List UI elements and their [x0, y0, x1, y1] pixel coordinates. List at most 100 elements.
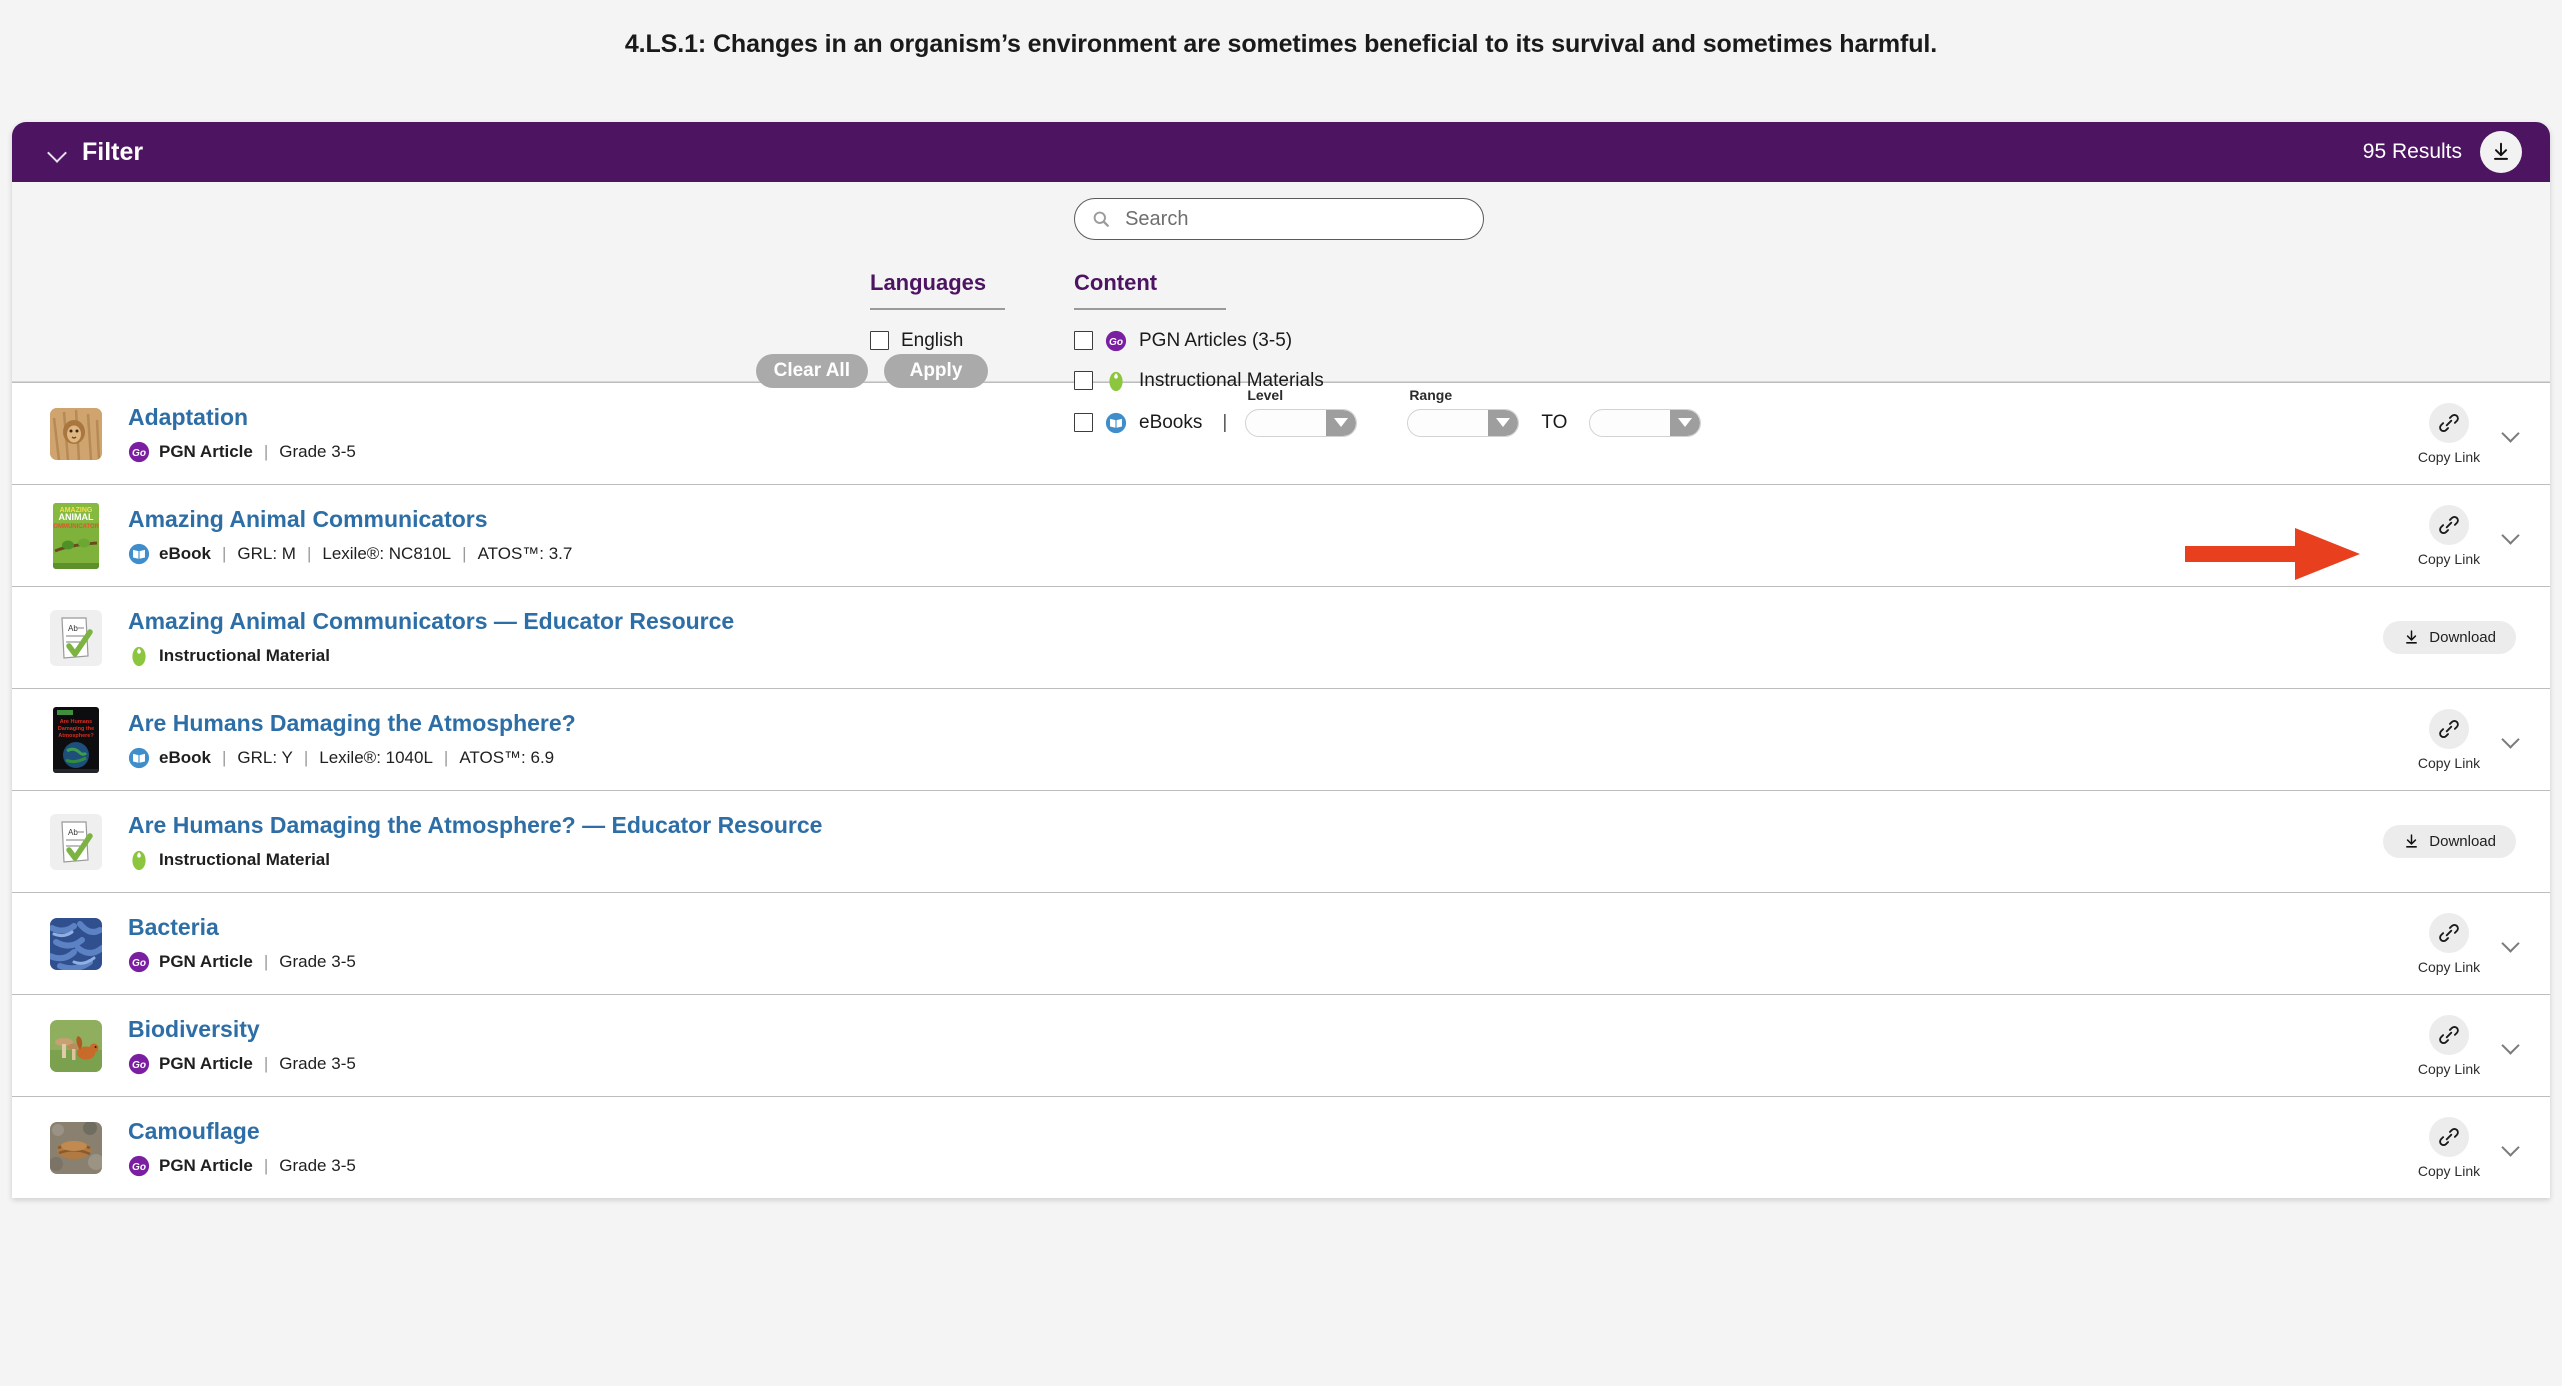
camouflage-photo-icon — [50, 1121, 102, 1174]
table-row[interactable]: Biodiversity Go PGN Article | Grade 3-5 — [12, 994, 2550, 1096]
page-title: 4.LS.1: Changes in an organism’s environ… — [624, 30, 1938, 58]
result-extra: Grade 3-5 — [279, 1054, 356, 1074]
thumbnail — [48, 1019, 104, 1072]
expand-row-chevron-down-icon[interactable] — [2500, 1035, 2522, 1057]
expand-row-chevron-down-icon[interactable] — [2500, 933, 2522, 955]
result-type: Instructional Material — [159, 850, 330, 870]
row-actions: Copy Link — [2412, 402, 2522, 465]
copy-link-button[interactable]: Copy Link — [2412, 402, 2486, 465]
range-to-value — [1590, 410, 1670, 436]
expand-row-chevron-down-icon[interactable] — [2500, 525, 2522, 547]
copy-link-circle — [2429, 1014, 2469, 1055]
meta-divider: | — [263, 1054, 269, 1074]
result-meta: Go PGN Article | Grade 3-5 — [128, 1053, 2412, 1075]
level-select[interactable] — [1245, 408, 1358, 437]
copy-link-label: Copy Link — [2417, 754, 2481, 771]
result-extra-lexile: Lexile®: NC810L — [322, 544, 452, 564]
language-option-english[interactable]: English — [870, 328, 1060, 354]
instructional-material-badge-icon — [1109, 371, 1123, 391]
row-content: Are Humans Damaging the Atmosphere? eBoo… — [128, 710, 2412, 770]
svg-text:Atmosphere?: Atmosphere? — [58, 733, 94, 739]
result-title-link[interactable]: Are Humans Damaging the Atmosphere? — Ed… — [128, 812, 2383, 840]
chevron-down-icon — [48, 146, 68, 158]
range-caption: Range — [1409, 386, 1453, 403]
export-download-button[interactable] — [2480, 131, 2522, 173]
svg-text:Go: Go — [132, 1162, 146, 1173]
checkbox-instructional-materials[interactable] — [1074, 371, 1093, 391]
copy-link-circle — [2429, 1116, 2469, 1157]
result-meta: Go PGN Article | Grade 3-5 — [128, 441, 2412, 463]
download-button[interactable]: Download — [2383, 825, 2516, 858]
result-title-link[interactable]: Camouflage — [128, 1118, 2412, 1146]
content-option-pgn-articles[interactable]: Go PGN Articles (3-5) — [1074, 328, 2274, 354]
book-cover-atmosphere-icon: Are Humans Damaging the Atmosphere? — [53, 706, 99, 773]
result-title-link[interactable]: Bacteria — [128, 914, 2412, 942]
ebook-separator: | — [1222, 411, 1228, 433]
checkbox-english[interactable] — [870, 331, 889, 351]
pgn-go-badge-icon: Go — [128, 952, 150, 973]
copy-link-button[interactable]: Copy Link — [2412, 1014, 2486, 1077]
search-input[interactable] — [1123, 206, 1467, 232]
expand-row-chevron-down-icon[interactable] — [2500, 1137, 2522, 1159]
svg-text:Go: Go — [132, 448, 146, 459]
filter-header-bar: Filter 95 Results — [12, 122, 2550, 182]
expand-row-chevron-down-icon[interactable] — [2500, 729, 2522, 751]
checkbox-ebooks[interactable] — [1074, 413, 1093, 433]
copy-link-button[interactable]: Copy Link — [2412, 1116, 2486, 1179]
pgn-go-badge-icon: Go — [128, 442, 150, 463]
range-from-field-group: Range — [1407, 387, 1520, 437]
result-title-link[interactable]: Are Humans Damaging the Atmosphere? — [128, 710, 2412, 738]
content-heading: Content — [1074, 270, 1158, 295]
range-to-field-group — [1589, 408, 1702, 437]
meta-divider: | — [462, 544, 467, 564]
copy-link-button[interactable]: Copy Link — [2412, 912, 2486, 975]
table-row[interactable]: Camouflage Go PGN Article | Grade 3-5 Co… — [12, 1096, 2550, 1198]
table-row[interactable]: Ab Amazing Animal Communicators — Educat… — [12, 586, 2550, 688]
link-icon — [2439, 923, 2459, 942]
download-button[interactable]: Download — [2383, 621, 2516, 654]
result-type: PGN Article — [159, 1054, 253, 1074]
svg-text:Go: Go — [132, 958, 146, 969]
thumbnail — [48, 917, 104, 970]
copy-link-button[interactable]: Copy Link — [2412, 708, 2486, 771]
row-content: Amazing Animal Communicators eBook | GRL… — [128, 506, 2412, 566]
copy-link-label: Copy Link — [2417, 550, 2481, 567]
content-filter-group: Content Go PGN Articles (3-5) Instructio… — [1074, 270, 2274, 444]
meta-divider: | — [306, 544, 312, 564]
copy-link-button[interactable]: Copy Link — [2412, 504, 2486, 567]
result-type: eBook — [159, 544, 211, 564]
worksheet-icon: Ab — [50, 813, 102, 870]
svg-text:Go: Go — [132, 1060, 146, 1071]
result-title-link[interactable]: Amazing Animal Communicators — [128, 506, 2412, 534]
filter-toggle[interactable]: Filter — [48, 138, 143, 167]
download-label: Download — [2429, 833, 2496, 850]
copy-link-label: Copy Link — [2417, 448, 2481, 465]
range-from-select[interactable] — [1407, 408, 1520, 437]
result-extra: Grade 3-5 — [279, 952, 356, 972]
row-actions: Copy Link — [2412, 1116, 2522, 1179]
download-label: Download — [2429, 629, 2496, 646]
range-to-select[interactable] — [1589, 408, 1702, 437]
filter-action-buttons: Clear All Apply — [755, 354, 988, 388]
result-extra-grl: GRL: Y — [237, 748, 293, 768]
worksheet-icon: Ab — [50, 609, 102, 666]
meta-divider: | — [263, 1156, 269, 1176]
content-divider — [1074, 308, 1226, 310]
clear-all-button[interactable]: Clear All — [755, 354, 868, 388]
instructional-material-badge-icon — [132, 851, 146, 871]
meta-divider: | — [263, 442, 269, 462]
table-row[interactable]: Ab Are Humans Damaging the Atmosphere? —… — [12, 790, 2550, 892]
result-extra-atos: ATOS™: 6.9 — [459, 748, 555, 768]
expand-row-chevron-down-icon[interactable] — [2500, 423, 2522, 445]
table-row[interactable]: Bacteria Go PGN Article | Grade 3-5 Copy… — [12, 892, 2550, 994]
apply-button[interactable]: Apply — [884, 354, 988, 388]
result-title-link[interactable]: Amazing Animal Communicators — Educator … — [128, 608, 2383, 636]
search-box[interactable] — [1074, 198, 1484, 240]
table-row[interactable]: Are Humans Damaging the Atmosphere? Are … — [12, 688, 2550, 790]
result-title-link[interactable]: Biodiversity — [128, 1016, 2412, 1044]
row-actions: Copy Link — [2412, 504, 2522, 567]
checkbox-pgn-articles[interactable] — [1074, 331, 1093, 351]
search-icon — [1093, 211, 1109, 227]
table-row[interactable]: AMAZING ANIMAL COMMUNICATORS Amazing Ani… — [12, 484, 2550, 586]
content-option-ebooks[interactable]: eBooks | Level Range TO — [1074, 387, 2274, 438]
